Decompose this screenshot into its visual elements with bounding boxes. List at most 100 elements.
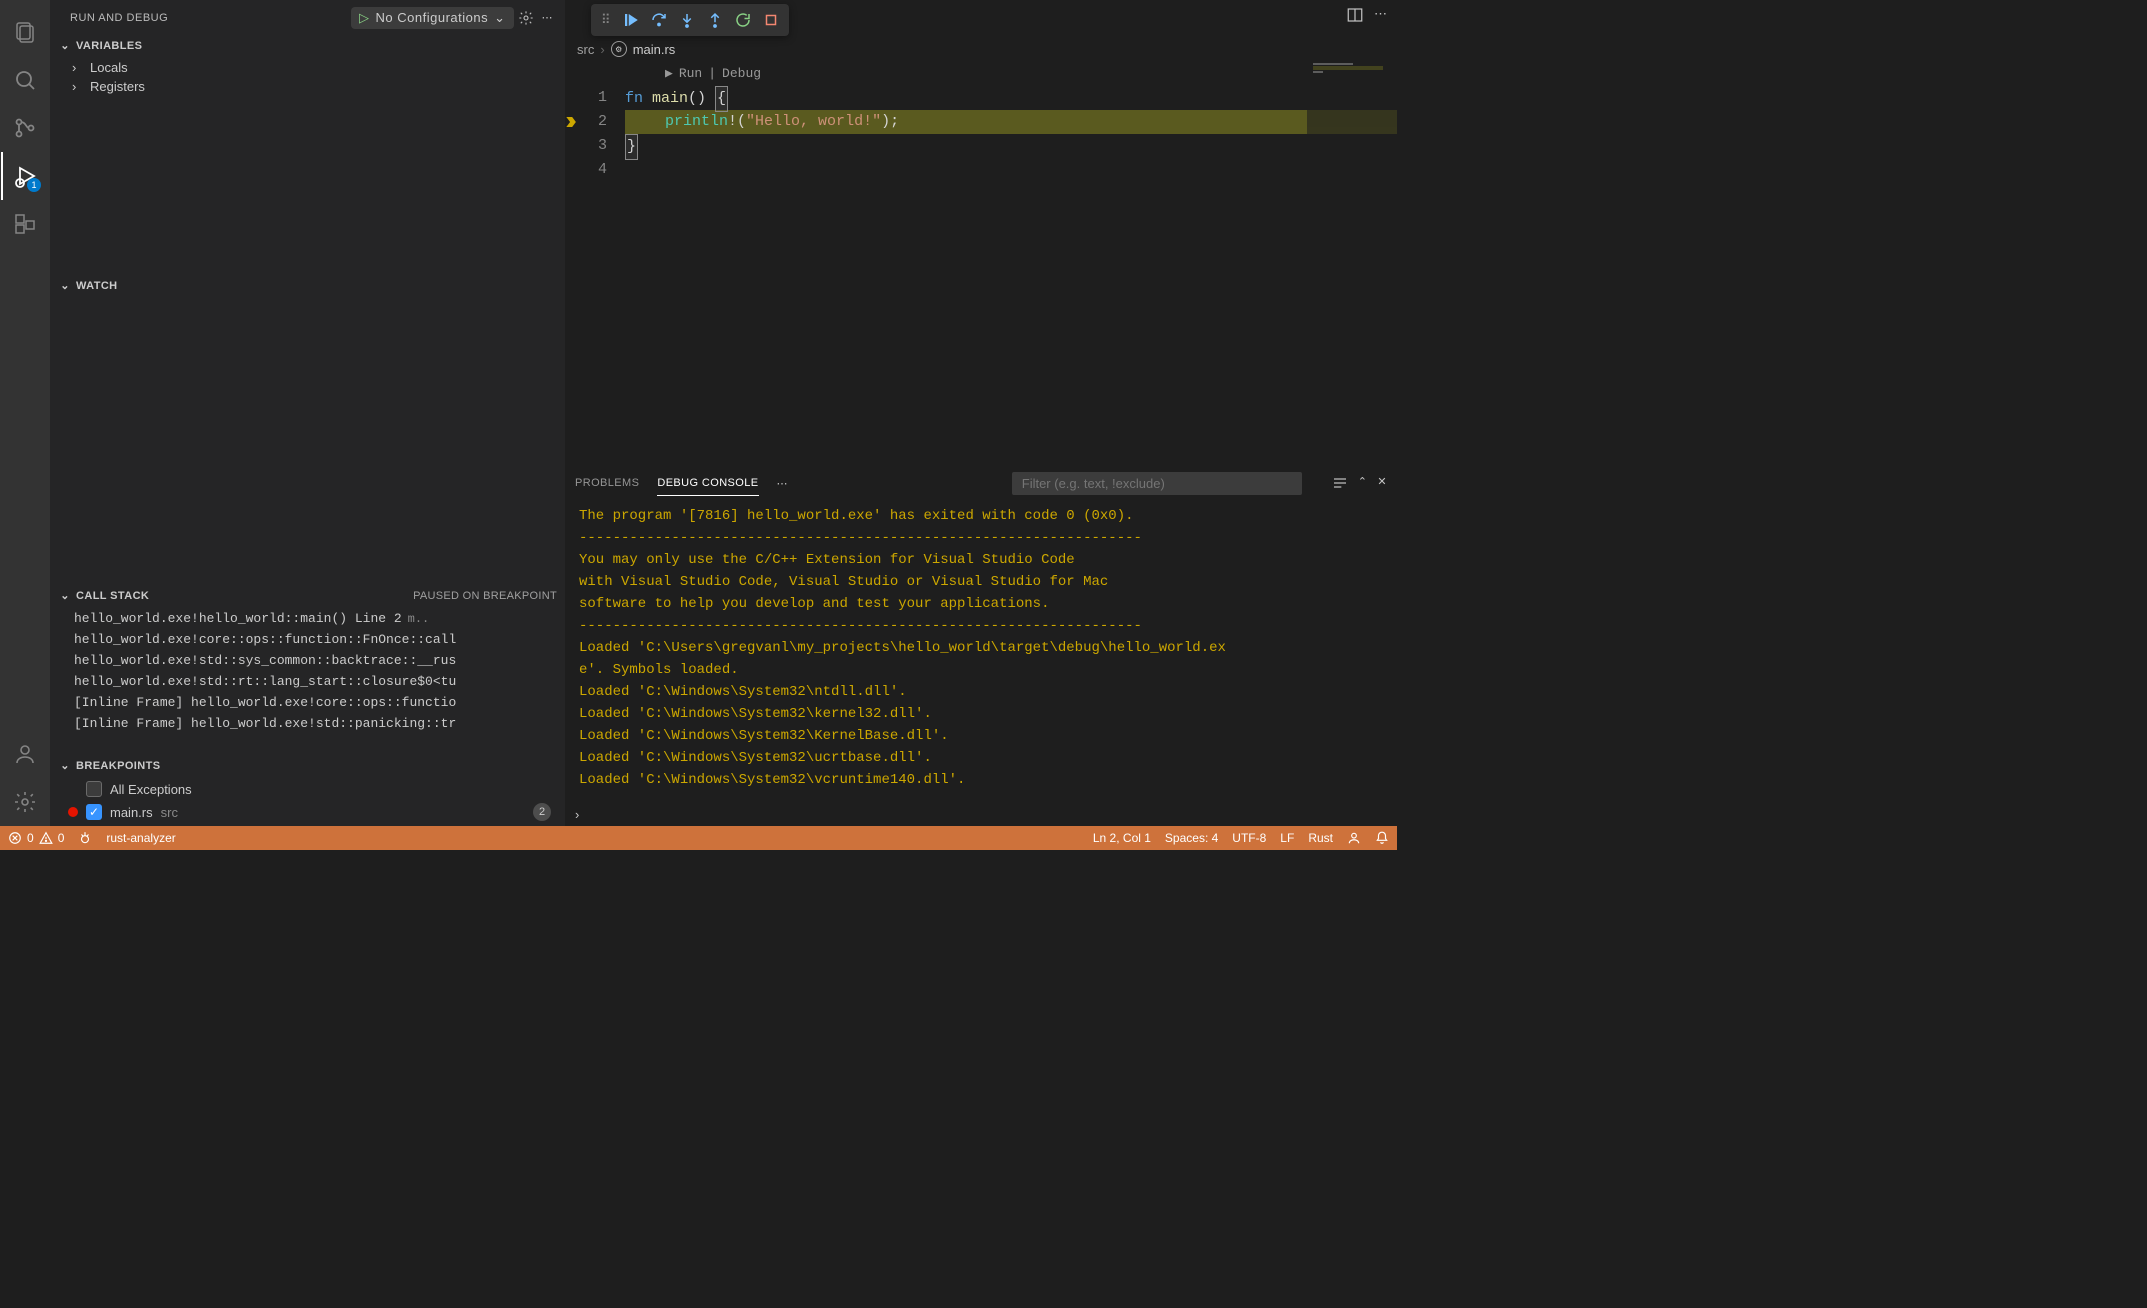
close-panel-icon[interactable]: ✕ (1377, 475, 1387, 491)
run-debug-sidebar: RUN AND DEBUG ▷ No Configurations ⌄ ⋯ ⌄ … (50, 0, 565, 826)
search-icon[interactable] (1, 56, 49, 104)
status-eol[interactable]: LF (1280, 831, 1294, 845)
console-line: ----------------------------------------… (579, 615, 1383, 637)
console-line: Loaded 'C:\Windows\System32\KernelBase.d… (579, 725, 1383, 747)
minimap[interactable] (1307, 62, 1397, 466)
code-line-3[interactable]: } (625, 134, 1397, 158)
word-wrap-icon[interactable] (1332, 475, 1348, 491)
step-over-button[interactable] (645, 6, 673, 34)
tab-debug-console[interactable]: DEBUG CONSOLE (657, 471, 758, 496)
breadcrumb[interactable]: src › ⚙ main.rs (565, 36, 1397, 62)
start-debug-icon: ▷ (359, 10, 370, 26)
debug-console-filter[interactable] (1012, 472, 1302, 495)
chevron-down-icon: ⌄ (58, 39, 72, 52)
breakpoint-row[interactable]: All Exceptions (50, 778, 565, 800)
status-feedback-icon[interactable] (1347, 831, 1361, 845)
breakpoint-checkbox[interactable] (86, 781, 102, 797)
breadcrumb-file[interactable]: ⚙ main.rs (611, 41, 676, 57)
callstack-frame[interactable]: [Inline Frame] hello_world.exe!std::pani… (50, 713, 565, 734)
sidebar-header: RUN AND DEBUG ▷ No Configurations ⌄ ⋯ (50, 0, 565, 35)
callstack-section[interactable]: ⌄ CALL STACK PAUSED ON BREAKPOINT (50, 585, 565, 606)
code-editor[interactable]: 1 2 3 4 ▶ Run | Debug fn main() { printl… (565, 62, 1397, 466)
status-encoding[interactable]: UTF-8 (1232, 831, 1266, 845)
tab-problems[interactable]: PROBLEMS (575, 471, 639, 495)
bottom-panel: PROBLEMS DEBUG CONSOLE ⋯ ⌃ ✕ The program… (565, 466, 1397, 826)
status-rust-analyzer[interactable]: rust-analyzer (106, 831, 175, 845)
console-line: You may only use the C/C++ Extension for… (579, 549, 1383, 571)
status-debug-target[interactable] (78, 831, 92, 845)
callstack-label: CALL STACK (76, 590, 149, 602)
codelens[interactable]: ▶ Run | Debug (625, 62, 1397, 86)
status-errors[interactable]: 0 0 (8, 831, 64, 845)
more-actions-icon[interactable]: ⋯ (538, 7, 558, 28)
console-line: ----------------------------------------… (579, 527, 1383, 549)
status-language[interactable]: Rust (1308, 831, 1333, 845)
breakpoint-row[interactable]: ✓main.rssrc2 (50, 800, 565, 824)
extensions-icon[interactable] (1, 200, 49, 248)
callstack-status: PAUSED ON BREAKPOINT (413, 590, 557, 602)
explorer-icon[interactable] (1, 8, 49, 56)
console-line: Loaded 'C:\Windows\System32\ucrtbase.dll… (579, 747, 1383, 769)
status-indentation[interactable]: Spaces: 4 (1165, 831, 1218, 845)
console-line: The program '[7816] hello_world.exe' has… (579, 505, 1383, 527)
debug-toolbar[interactable]: ⠿ (591, 4, 789, 36)
chevron-right-icon: › (600, 42, 604, 57)
stop-button[interactable] (757, 6, 785, 34)
step-out-button[interactable] (701, 6, 729, 34)
current-frame-icon (563, 114, 579, 130)
callstack-frame[interactable]: hello_world.exe!std::rt::lang_start::clo… (50, 671, 565, 692)
variables-scope-registers[interactable]: › Registers (50, 77, 565, 96)
debug-console-output[interactable]: The program '[7816] hello_world.exe' has… (565, 499, 1397, 802)
callstack-frame[interactable]: hello_world.exe!core::ops::function::FnO… (50, 629, 565, 650)
variables-label: VARIABLES (76, 40, 142, 52)
code-line-2[interactable]: println!("Hello, world!"); (625, 110, 1397, 134)
panel-more-icon[interactable]: ⋯ (777, 477, 788, 490)
status-bar: 0 0 rust-analyzer Ln 2, Col 1 Spaces: 4 … (0, 826, 1397, 850)
source-control-icon[interactable] (1, 104, 49, 152)
breadcrumb-folder[interactable]: src (577, 42, 594, 57)
editor-area: ⠿ ⋯ src › ⚙ main.rs (565, 0, 1397, 826)
continue-button[interactable] (617, 6, 645, 34)
console-line: Loaded 'C:\Users\gregvanl\my_projects\he… (579, 637, 1383, 659)
play-icon: ▶ (665, 62, 673, 86)
breakpoint-checkbox[interactable]: ✓ (86, 804, 102, 820)
chevron-down-icon: ⌄ (58, 759, 72, 772)
console-line: with Visual Studio Code, Visual Studio o… (579, 571, 1383, 593)
watch-section[interactable]: ⌄ WATCH (50, 275, 565, 296)
run-debug-icon[interactable]: 1 (1, 152, 49, 200)
debug-badge: 1 (27, 178, 41, 192)
console-line: software to help you develop and test yo… (579, 593, 1383, 615)
chevron-right-icon: › (72, 60, 86, 75)
activity-bar: 1 (0, 0, 50, 826)
launch-config-dropdown[interactable]: ▷ No Configurations ⌄ (351, 7, 513, 29)
drag-handle-icon[interactable]: ⠿ (595, 12, 617, 28)
configure-gear-icon[interactable] (514, 6, 538, 30)
status-notifications-icon[interactable] (1375, 831, 1389, 845)
code-line-1[interactable]: fn main() { (625, 86, 1397, 110)
callstack-frame[interactable]: [Inline Frame] hello_world.exe!core::ops… (50, 692, 565, 713)
debug-console-input-chevron-icon[interactable]: › (575, 807, 579, 822)
split-editor-icon[interactable] (1346, 6, 1364, 24)
variables-section[interactable]: ⌄ VARIABLES (50, 35, 565, 56)
callstack-frame[interactable]: hello_world.exe!hello_world::main() Line… (50, 608, 565, 629)
code-line-4[interactable] (625, 158, 1397, 182)
console-line: Loaded 'C:\Windows\System32\vcruntime140… (579, 769, 1383, 791)
variables-scope-locals[interactable]: › Locals (50, 58, 565, 77)
editor-more-icon[interactable]: ⋯ (1374, 6, 1387, 24)
status-cursor-position[interactable]: Ln 2, Col 1 (1093, 831, 1151, 845)
breakpoints-section[interactable]: ⌄ BREAKPOINTS (50, 755, 565, 776)
collapse-panel-icon[interactable]: ⌃ (1358, 475, 1368, 491)
restart-button[interactable] (729, 6, 757, 34)
callstack-frame[interactable]: hello_world.exe!std::sys_common::backtra… (50, 650, 565, 671)
sidebar-title: RUN AND DEBUG (70, 12, 168, 24)
settings-gear-icon[interactable] (1, 778, 49, 826)
chevron-down-icon: ⌄ (494, 10, 505, 26)
rust-file-icon: ⚙ (611, 41, 627, 57)
gutter[interactable]: 1 2 3 4 (565, 62, 625, 466)
console-line: Loaded 'C:\Windows\System32\kernel32.dll… (579, 703, 1383, 725)
watch-label: WATCH (76, 280, 118, 292)
step-into-button[interactable] (673, 6, 701, 34)
accounts-icon[interactable] (1, 730, 49, 778)
chevron-right-icon: › (72, 79, 86, 94)
console-line: Loaded 'C:\Windows\System32\ntdll.dll'. (579, 681, 1383, 703)
